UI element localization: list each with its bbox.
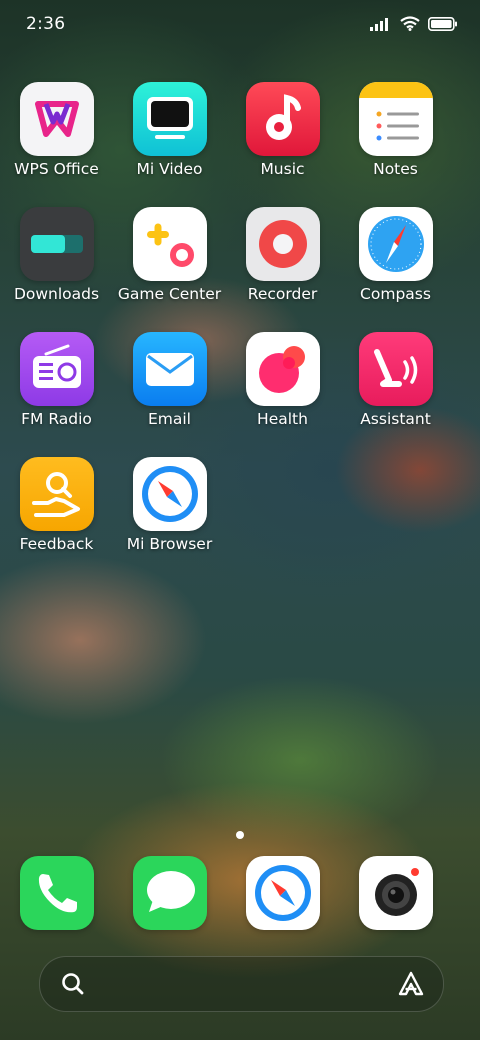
assistant-logo-icon[interactable] (397, 970, 425, 1002)
app-game-center[interactable]: Game Center (113, 207, 226, 317)
app-label: Recorder (247, 285, 318, 303)
email-icon (133, 332, 207, 406)
feedback-icon (20, 457, 94, 531)
camera-icon (359, 856, 433, 930)
browser-icon (246, 856, 320, 930)
app-label: Assistant (360, 410, 431, 428)
app-label: FM Radio (21, 410, 92, 428)
app-notes[interactable]: Notes (339, 82, 452, 192)
dock-camera[interactable] (339, 856, 452, 932)
music-icon (246, 82, 320, 156)
app-recorder[interactable]: Recorder (226, 207, 339, 317)
app-label: WPS Office (14, 160, 99, 178)
app-label: Music (260, 160, 305, 178)
app-compass[interactable]: Compass (339, 207, 452, 317)
app-label: Feedback (19, 535, 94, 553)
app-fm-radio[interactable]: FM Radio (0, 332, 113, 442)
search-icon[interactable] (60, 971, 86, 1001)
notes-icon (359, 82, 433, 156)
mi-browser-icon (133, 457, 207, 531)
signal-icon (370, 16, 392, 35)
app-feedback[interactable]: Feedback (0, 457, 113, 567)
app-music[interactable]: Music (226, 82, 339, 192)
app-label: Downloads (13, 285, 100, 303)
status-icons (370, 16, 458, 35)
app-label: Health (257, 410, 308, 428)
wps-office-icon (20, 82, 94, 156)
wifi-icon (400, 16, 420, 35)
status-bar: 2:36 (0, 0, 480, 50)
app-mi-browser[interactable]: Mi Browser (113, 457, 226, 567)
app-mi-video[interactable]: Mi Video (113, 82, 226, 192)
search-bar[interactable] (39, 956, 444, 1012)
app-label: Mi Video (136, 160, 203, 178)
mi-video-icon (133, 82, 207, 156)
dock-messages[interactable] (113, 856, 226, 932)
messages-icon (133, 856, 207, 930)
app-label: Game Center (117, 285, 222, 303)
fm-radio-icon (20, 332, 94, 406)
page-indicator-dot (236, 831, 244, 839)
phone-icon (20, 856, 94, 930)
app-email[interactable]: Email (113, 332, 226, 442)
battery-icon (428, 16, 458, 35)
app-label: Email (147, 410, 191, 428)
status-time: 2:36 (26, 14, 66, 34)
health-icon (246, 332, 320, 406)
app-health[interactable]: Health (226, 332, 339, 442)
assistant-icon (359, 332, 433, 406)
downloads-icon (20, 207, 94, 281)
app-label: Mi Browser (126, 535, 213, 553)
app-wps-office[interactable]: WPS Office (0, 82, 113, 192)
compass-icon (359, 207, 433, 281)
recorder-icon (246, 207, 320, 281)
app-downloads[interactable]: Downloads (0, 207, 113, 317)
game-center-icon (133, 207, 207, 281)
app-label: Compass (360, 285, 431, 303)
dock-browser[interactable] (226, 856, 339, 932)
app-label: Notes (373, 160, 418, 178)
dock-phone[interactable] (0, 856, 113, 932)
app-assistant[interactable]: Assistant (339, 332, 452, 442)
